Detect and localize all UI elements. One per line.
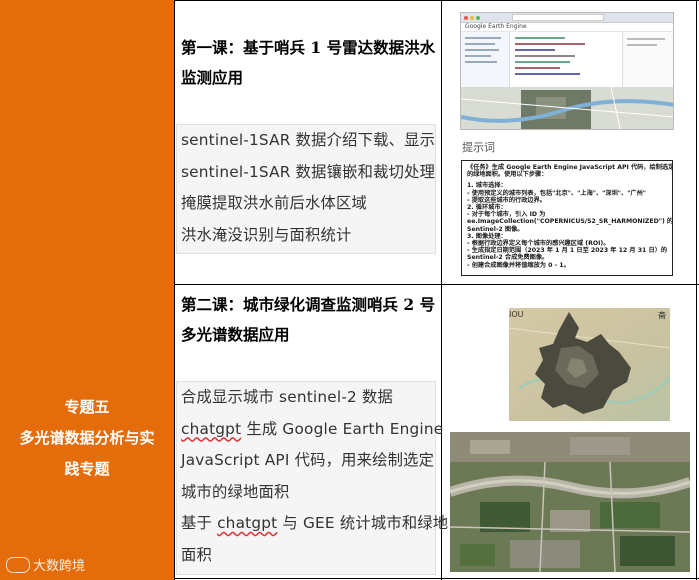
map-north-label: IOU (509, 310, 524, 319)
gee-title-bar: Google Earth Engine (461, 23, 673, 32)
lesson2-item: chatgpt 生成 Google Earth Engine (181, 419, 444, 438)
topic-column (0, 0, 174, 580)
topic-label: 专题五 多光谱数据分析与实 践专题 (19, 398, 155, 478)
grid-line (174, 0, 699, 1)
window-dot-icon (464, 15, 468, 20)
watermark: 大数跨境 (6, 555, 85, 574)
lesson2-content: 合成显示城市 sentinel-2 数据 chatgpt 生成 Google E… (176, 381, 449, 575)
prompt-label: 提示词 (462, 141, 495, 154)
lesson2-item: 基于 chatgpt 与 GEE 统计城市和绿地 (181, 514, 449, 532)
lesson1-item: 洪水淹没识别与面积统计 (181, 225, 352, 244)
grid-line (174, 284, 699, 285)
gee-map (461, 87, 673, 129)
grid-line (441, 0, 442, 580)
prompt-card: 《任务》生成 Google Earth Engine JavaScript AP… (461, 160, 673, 276)
lesson1-content: sentinel-1SAR 数据介绍下载、显示 sentinel-1SAR 数据… (176, 124, 436, 254)
grid-line (696, 0, 697, 580)
lesson2-title: 第二课：城市绿化调查监测哨兵 2 号 多光谱数据应用 (181, 295, 436, 344)
map-corner-label: 斋 (658, 311, 666, 320)
lesson2-item: 城市的绿地面积 (181, 482, 290, 501)
lesson2-item: 合成显示城市 sentinel-2 数据 (181, 388, 394, 406)
lesson1-item: sentinel-1SAR 数据介绍下载、显示 (181, 131, 436, 149)
address-bar (512, 14, 604, 21)
lesson1-title: 第一课：基于哨兵 1 号雷达数据洪水 监测应用 (181, 38, 436, 87)
lesson2-item: 面积 (181, 545, 212, 564)
scripts-panel (461, 32, 510, 87)
gee-screenshot: Google Earth Engine (460, 12, 674, 130)
satellite-image (450, 432, 690, 572)
window-dot-icon (470, 15, 474, 20)
city-mask-map: IOU 斋 (509, 308, 670, 421)
code-editor (510, 32, 623, 87)
browser-bar (461, 13, 673, 23)
lesson1-item: 掩膜提取洪水前后水体区域 (181, 194, 367, 212)
gee-panels (461, 32, 673, 87)
watermark-logo-icon (6, 556, 30, 573)
console-panel (623, 32, 673, 87)
satellite-svg (450, 432, 690, 572)
lesson2-item: JavaScript API 代码，用来绘制选定 (181, 451, 435, 469)
city-mask-svg (509, 308, 670, 421)
lesson1-item: sentinel-1SAR 数据镶嵌和裁切处理 (181, 162, 436, 181)
window-dot-icon (476, 15, 480, 20)
grid-line (174, 0, 175, 580)
grid-line (174, 578, 699, 579)
